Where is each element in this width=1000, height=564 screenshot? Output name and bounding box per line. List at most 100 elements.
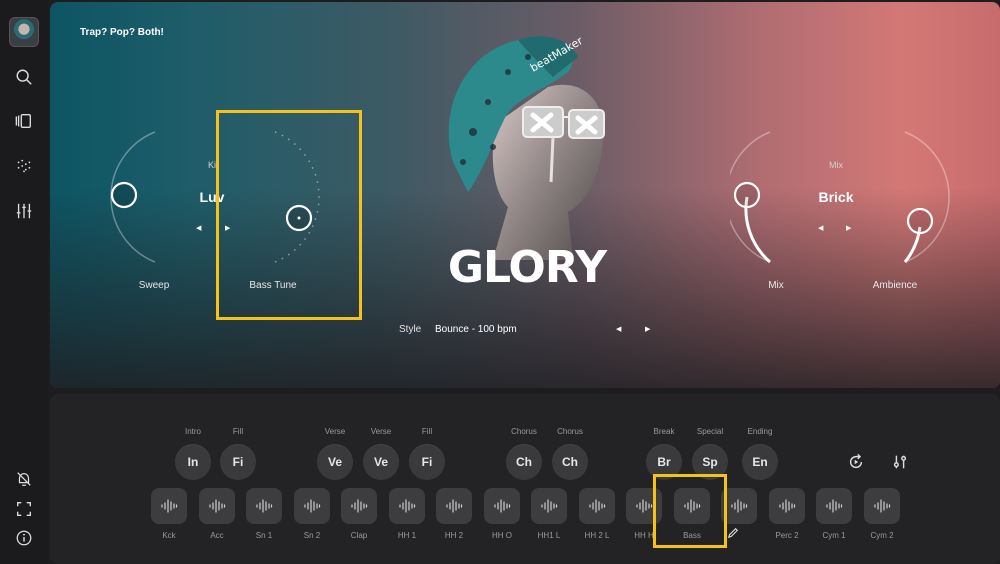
bass-tune-knob[interactable] [250, 127, 330, 267]
part-section-label: Fill [232, 427, 244, 436]
search-icon[interactable] [12, 65, 36, 89]
hero-panel: Trap? Pop? Both! Sweep Ki Luv ◀ ▶ Bass T… [50, 2, 1000, 388]
style-value: Bounce - 100 bpm [435, 324, 517, 335]
waveform-icon [209, 499, 226, 513]
left-preset-small-label: Ki [207, 160, 216, 170]
drum-pad-label: Bass [683, 531, 701, 540]
drum-pad-label: HH 2 [444, 531, 464, 540]
part-button[interactable]: Fi [220, 444, 256, 480]
part-button[interactable]: Ve [363, 444, 399, 480]
waveform-icon [874, 499, 891, 513]
waveform-icon [636, 499, 653, 513]
drum-pad[interactable] [246, 488, 282, 524]
replay-icon[interactable] [846, 452, 866, 472]
settings-sliders-icon[interactable] [890, 452, 910, 472]
drum-pad[interactable] [436, 488, 472, 524]
drum-pad-label: Sn 2 [303, 531, 321, 540]
drum-pad-label: HH1 L [537, 531, 561, 540]
right-preset-next-arrow[interactable]: ▶ [846, 224, 851, 232]
waveform-icon [256, 499, 273, 513]
left-preset-next-arrow[interactable]: ▶ [225, 224, 230, 232]
library-icon[interactable] [12, 109, 36, 133]
drum-pad[interactable] [389, 488, 425, 524]
waveform-icon [494, 499, 511, 513]
drum-pad[interactable] [769, 488, 805, 524]
drum-pad[interactable] [199, 488, 235, 524]
part-button[interactable]: Ve [317, 444, 353, 480]
notifications-off-icon[interactable] [12, 467, 36, 491]
drum-pad[interactable] [484, 488, 520, 524]
part-button[interactable]: Ch [506, 444, 542, 480]
drum-pad[interactable] [721, 488, 757, 524]
waveform-icon [589, 499, 606, 513]
part-button[interactable]: Sp [692, 444, 728, 480]
waveform-icon [446, 499, 463, 513]
part-button[interactable]: Br [646, 444, 682, 480]
style-next-arrow[interactable]: ▶ [645, 325, 650, 333]
style-label: Style [399, 324, 422, 335]
part-section-label: Break [653, 427, 675, 436]
drum-pad-label: Acc [210, 531, 224, 540]
drum-pad[interactable] [864, 488, 900, 524]
part-button[interactable]: En [742, 444, 778, 480]
mix-knob[interactable] [730, 127, 790, 267]
info-icon[interactable] [12, 526, 36, 550]
drum-pad[interactable] [674, 488, 710, 524]
fullscreen-icon[interactable] [12, 497, 36, 521]
pencil-icon[interactable] [726, 526, 740, 540]
left-preset-prev-arrow[interactable]: ◀ [196, 224, 201, 232]
drum-pad-label: HH O [492, 531, 512, 540]
waveform-icon [161, 499, 178, 513]
part-button[interactable]: Ch [552, 444, 588, 480]
part-button[interactable]: Fi [409, 444, 445, 480]
ambience-knob[interactable] [890, 127, 950, 267]
pads-panel: Intro In Fill Fi Verse Ve Verse Ve Fill Fi Chorus C… [50, 394, 1000, 564]
part-button[interactable]: In [175, 444, 211, 480]
sweep-knob[interactable] [110, 127, 170, 267]
mixer-icon[interactable] [12, 199, 36, 223]
sequencer-icon[interactable] [12, 154, 36, 178]
style-prev-arrow[interactable]: ◀ [616, 325, 621, 333]
ambience-label: Ambience [872, 280, 918, 291]
part-section-label: Ending [747, 427, 773, 436]
drum-pad[interactable] [151, 488, 187, 524]
left-preset-name: Luv [199, 189, 225, 205]
drum-pad-label: Perc 2 [775, 531, 799, 540]
waveform-icon [399, 499, 416, 513]
drum-pad-label: Cym 1 [822, 531, 846, 540]
part-section-label: Chorus [511, 427, 537, 436]
drum-pad-label: HH 2 L [584, 531, 610, 540]
part-section-label: Intro [184, 427, 201, 436]
track-title: GLORY [447, 242, 607, 293]
mix-label: Mix [768, 280, 784, 291]
sidebar [0, 0, 48, 564]
waveform-icon [351, 499, 368, 513]
app-avatar[interactable] [9, 17, 39, 47]
drum-pad-label: HH H [634, 531, 654, 540]
right-preset-prev-arrow[interactable]: ◀ [818, 224, 823, 232]
drum-pad[interactable] [579, 488, 615, 524]
statue-artwork: beatMaker [448, 34, 605, 260]
waveform-icon [731, 499, 748, 513]
drum-pad-label: Sn 1 [255, 531, 273, 540]
drum-pad[interactable] [531, 488, 567, 524]
part-section-label: Verse [324, 427, 346, 436]
part-section-label: Fill [421, 427, 433, 436]
right-preset-name: Brick [818, 189, 854, 205]
part-section-label: Special [696, 427, 724, 436]
tagline: Trap? Pop? Both! [80, 27, 164, 38]
right-preset-small-label: Mix [829, 160, 843, 170]
waveform-icon [826, 499, 843, 513]
waveform-icon [541, 499, 558, 513]
drum-pad-label: Kck [162, 531, 176, 540]
drum-pad[interactable] [816, 488, 852, 524]
waveform-icon [779, 499, 796, 513]
waveform-icon [304, 499, 321, 513]
drum-pad-label: HH 1 [397, 531, 417, 540]
drum-pad-label: Clap [350, 531, 368, 540]
drum-pad[interactable] [341, 488, 377, 524]
sweep-label: Sweep [138, 280, 170, 291]
drum-pad-label: Cym 2 [870, 531, 894, 540]
drum-pad[interactable] [294, 488, 330, 524]
drum-pad[interactable] [626, 488, 662, 524]
